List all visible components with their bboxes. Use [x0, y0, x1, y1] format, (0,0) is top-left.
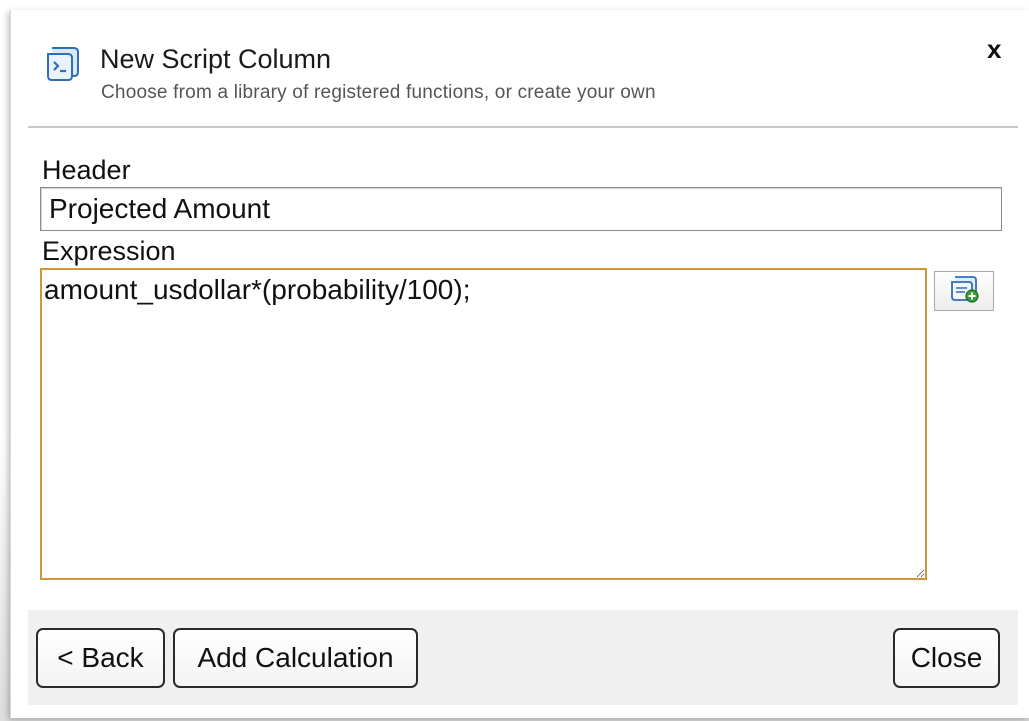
add-calculation-button[interactable]: Add Calculation [173, 628, 418, 688]
title-divider [28, 126, 1018, 128]
script-scroll-icon [44, 44, 82, 82]
header-label: Header [42, 155, 131, 185]
header-input[interactable] [40, 187, 1002, 231]
back-button[interactable]: < Back [36, 628, 165, 688]
close-button[interactable]: Close [893, 628, 1000, 688]
dialog-title: New Script Column [100, 44, 332, 74]
expression-textarea[interactable]: amount_usdollar*(probability/100); [40, 268, 927, 580]
function-library-button[interactable] [934, 271, 994, 311]
dialog-subtitle: Choose from a library of registered func… [101, 82, 656, 103]
expression-label: Expression [42, 236, 176, 266]
close-icon[interactable]: x [987, 34, 1001, 65]
function-library-icon [947, 274, 981, 309]
